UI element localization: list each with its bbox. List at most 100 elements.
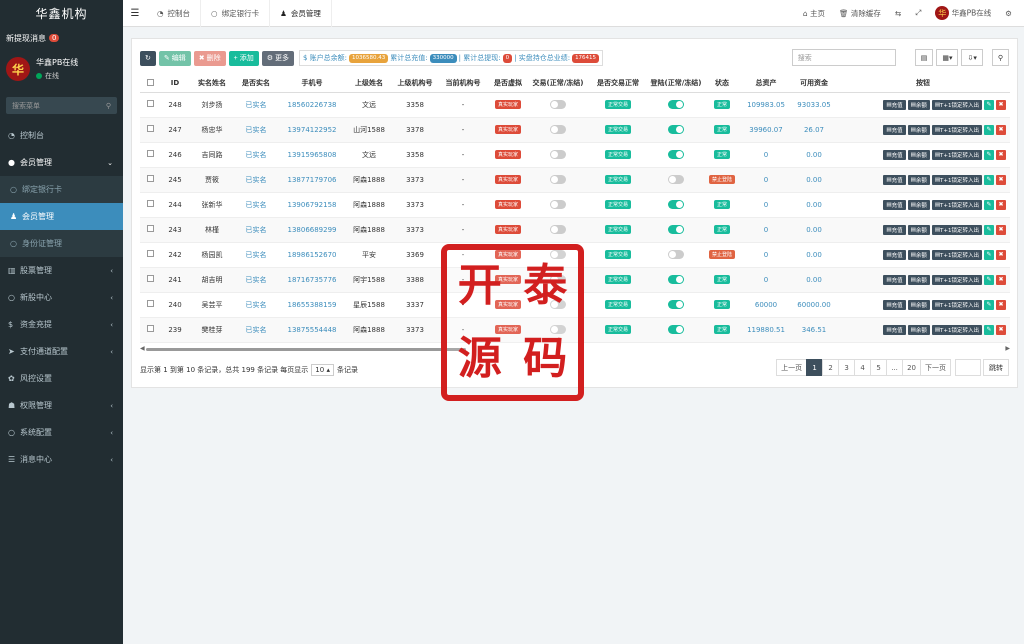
balance-button[interactable]: ▤ 余额 bbox=[907, 99, 930, 110]
sidebar-item-member-list[interactable]: ♟ 会员管理 bbox=[0, 203, 123, 230]
edit-row-button[interactable]: ✎ bbox=[984, 199, 994, 210]
t1-lock-button[interactable]: ▤ T+1锁定转入出 bbox=[931, 224, 982, 235]
refresh-button[interactable]: ↻ bbox=[140, 50, 156, 66]
home-link[interactable]: ⌂ 主页 bbox=[803, 8, 825, 19]
cell-login-toggle[interactable] bbox=[648, 117, 704, 143]
edit-row-button[interactable]: ✎ bbox=[984, 149, 994, 160]
balance-button[interactable]: ▤ 余额 bbox=[907, 324, 930, 335]
delete-row-button[interactable]: ✖ bbox=[996, 249, 1006, 260]
cell-login-toggle[interactable] bbox=[648, 192, 704, 218]
scrollbar-thumb[interactable] bbox=[146, 348, 466, 351]
fullscreen-icon[interactable]: ⤢ bbox=[915, 8, 921, 18]
sidebar-item-bind-bank-card[interactable]: ○ 绑定银行卡 bbox=[0, 176, 123, 203]
sidebar-item-ipo-center[interactable]: ○ 新股中心 ‹ bbox=[0, 284, 123, 311]
page-button[interactable]: 5 bbox=[870, 359, 888, 376]
recharge-button[interactable]: ▤ 充值 bbox=[883, 99, 906, 110]
trade-toggle[interactable] bbox=[550, 200, 566, 209]
recharge-button[interactable]: ▤ 充值 bbox=[883, 324, 906, 335]
row-select-cell[interactable] bbox=[140, 317, 160, 343]
translate-icon[interactable]: ⇆ bbox=[895, 9, 901, 18]
t1-lock-button[interactable]: ▤ T+1锁定转入出 bbox=[931, 174, 982, 185]
recharge-button[interactable]: ▤ 充值 bbox=[883, 274, 906, 285]
recharge-button[interactable]: ▤ 充值 bbox=[883, 149, 906, 160]
cell-login-toggle[interactable] bbox=[648, 142, 704, 168]
t1-lock-button[interactable]: ▤ T+1锁定转入出 bbox=[931, 199, 982, 210]
balance-button[interactable]: ▤ 余额 bbox=[907, 174, 930, 185]
clear-cache-button[interactable]: 🗑 清除缓存 bbox=[839, 8, 881, 19]
page-button[interactable]: 1 bbox=[806, 359, 824, 376]
login-toggle[interactable] bbox=[668, 250, 684, 259]
balance-button[interactable]: ▤ 余额 bbox=[907, 274, 930, 285]
edit-row-button[interactable]: ✎ bbox=[984, 224, 994, 235]
search-icon[interactable]: ⚲ bbox=[106, 102, 111, 110]
recharge-button[interactable]: ▤ 充值 bbox=[883, 299, 906, 310]
t1-lock-button[interactable]: ▤ T+1锁定转入出 bbox=[931, 99, 982, 110]
login-toggle[interactable] bbox=[668, 175, 684, 184]
row-select-cell[interactable] bbox=[140, 117, 160, 143]
edit-row-button[interactable]: ✎ bbox=[984, 299, 994, 310]
balance-button[interactable]: ▤ 余额 bbox=[907, 299, 930, 310]
edit-row-button[interactable]: ✎ bbox=[984, 274, 994, 285]
checkbox[interactable] bbox=[146, 300, 154, 307]
edit-row-button[interactable]: ✎ bbox=[984, 124, 994, 135]
delete-row-button[interactable]: ✖ bbox=[996, 324, 1006, 335]
col-header[interactable]: ID bbox=[160, 75, 190, 93]
checkbox[interactable] bbox=[146, 100, 154, 107]
row-select-cell[interactable] bbox=[140, 242, 160, 268]
sidebar-item-funds[interactable]: $ 资金充提 ‹ bbox=[0, 311, 123, 338]
t1-lock-button[interactable]: ▤ T+1锁定转入出 bbox=[931, 149, 982, 160]
scroll-left-icon[interactable]: ◀ bbox=[140, 345, 145, 352]
sidebar-item-messages[interactable]: ☰ 消息中心 ‹ bbox=[0, 446, 123, 473]
recharge-button[interactable]: ▤ 充值 bbox=[883, 199, 906, 210]
settings-gear-icon[interactable]: ⚙ bbox=[1005, 9, 1012, 18]
edit-row-button[interactable]: ✎ bbox=[984, 249, 994, 260]
cell-trade-toggle[interactable] bbox=[528, 142, 588, 168]
checkbox[interactable] bbox=[146, 275, 154, 282]
recharge-button[interactable]: ▤ 充值 bbox=[883, 249, 906, 260]
trade-toggle[interactable] bbox=[550, 225, 566, 234]
login-toggle[interactable] bbox=[668, 150, 684, 159]
t1-lock-button[interactable]: ▤ T+1锁定转入出 bbox=[931, 324, 982, 335]
delete-row-button[interactable]: ✖ bbox=[996, 224, 1006, 235]
login-toggle[interactable] bbox=[668, 325, 684, 334]
more-button[interactable]: ⚙ 更多 bbox=[261, 50, 294, 66]
edit-row-button[interactable]: ✎ bbox=[984, 99, 994, 110]
edit-row-button[interactable]: ✎ bbox=[984, 174, 994, 185]
columns-button[interactable]: ▦▾ bbox=[936, 49, 959, 66]
t1-lock-button[interactable]: ▤ T+1锁定转入出 bbox=[931, 249, 982, 260]
balance-button[interactable]: ▤ 余额 bbox=[907, 224, 930, 235]
checkbox[interactable] bbox=[146, 200, 154, 207]
t1-lock-button[interactable]: ▤ T+1锁定转入出 bbox=[931, 274, 982, 285]
jump-page-input[interactable] bbox=[955, 359, 981, 376]
delete-row-button[interactable]: ✖ bbox=[996, 274, 1006, 285]
jump-button[interactable]: 跳转 bbox=[983, 359, 1009, 376]
login-toggle[interactable] bbox=[668, 125, 684, 134]
cell-login-toggle[interactable] bbox=[648, 217, 704, 243]
menu-search-input[interactable]: 搜索菜单 ⚲ bbox=[6, 97, 117, 114]
row-select-cell[interactable] bbox=[140, 217, 160, 243]
sidebar-item-id-card[interactable]: ○ 身份证管理 bbox=[0, 230, 123, 257]
page-button[interactable]: 2 bbox=[822, 359, 840, 376]
cell-login-toggle[interactable] bbox=[648, 242, 704, 268]
row-select-cell[interactable] bbox=[140, 292, 160, 318]
sidebar-item-dashboard[interactable]: ◔ 控制台 bbox=[0, 122, 123, 149]
edit-row-button[interactable]: ✎ bbox=[984, 324, 994, 335]
checkbox[interactable] bbox=[146, 175, 154, 182]
recharge-button[interactable]: ▤ 充值 bbox=[883, 224, 906, 235]
login-toggle[interactable] bbox=[668, 225, 684, 234]
row-select-cell[interactable] bbox=[140, 142, 160, 168]
row-select-cell[interactable] bbox=[140, 167, 160, 193]
row-select-cell[interactable] bbox=[140, 192, 160, 218]
sidebar-item-payment-channel[interactable]: ➤ 支付通道配置 ‹ bbox=[0, 338, 123, 365]
row-select-cell[interactable] bbox=[140, 92, 160, 118]
cell-trade-toggle[interactable] bbox=[528, 92, 588, 118]
hamburger-icon[interactable]: ☰ bbox=[123, 8, 147, 19]
delete-button[interactable]: ✖ 删除 bbox=[193, 50, 226, 66]
balance-button[interactable]: ▤ 余额 bbox=[907, 149, 930, 160]
toggle-view-button[interactable]: ▤ bbox=[914, 49, 934, 66]
t1-lock-button[interactable]: ▤ T+1锁定转入出 bbox=[931, 299, 982, 310]
checkbox[interactable] bbox=[146, 250, 154, 257]
row-select-cell[interactable] bbox=[140, 267, 160, 293]
cell-login-toggle[interactable] bbox=[648, 267, 704, 293]
balance-button[interactable]: ▤ 余额 bbox=[907, 249, 930, 260]
